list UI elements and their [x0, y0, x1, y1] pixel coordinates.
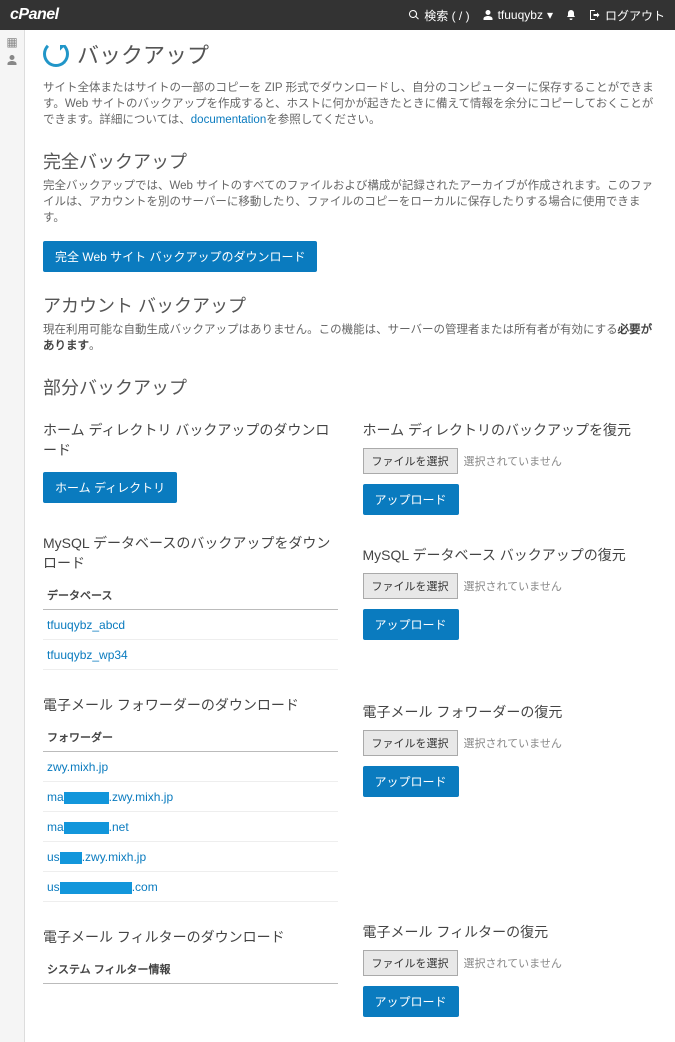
download-home-button[interactable]: ホーム ディレクトリ [43, 472, 177, 503]
account-backup-desc: 現在利用可能な自動生成バックアップはありません。この機能は、サーバーの管理者また… [43, 322, 657, 354]
table-row: us.zwy.mixh.jp [43, 842, 338, 872]
full-backup-heading: 完全バックアップ [43, 148, 657, 174]
mysql-restore-heading: MySQL データベース バックアップの復元 [363, 545, 658, 565]
user-name: tfuuqybz [498, 8, 543, 22]
redacted-text [64, 822, 109, 834]
brand-logo: cPanel [10, 6, 59, 24]
download-column: ホーム ディレクトリ バックアップのダウンロード ホーム ディレクトリ MySQ… [43, 420, 338, 1017]
documentation-link[interactable]: documentation [191, 114, 266, 126]
redacted-text [64, 792, 109, 804]
mysql-download-heading: MySQL データベースのバックアップをダウンロード [43, 533, 338, 573]
choose-file-button[interactable]: ファイルを選択 [363, 730, 458, 756]
home-download-heading: ホーム ディレクトリ バックアップのダウンロード [43, 420, 338, 460]
main-content: バックアップ サイト全体またはサイトの一部のコピーを ZIP 形式でダウンロード… [25, 30, 675, 1042]
filter-restore-heading: 電子メール フィルターの復元 [363, 922, 658, 942]
file-status: 選択されていません [464, 578, 562, 594]
logout-link[interactable]: ログアウト [589, 7, 665, 24]
file-status: 選択されていません [464, 453, 562, 469]
choose-file-button[interactable]: ファイルを選択 [363, 950, 458, 976]
choose-file-button[interactable]: ファイルを選択 [363, 573, 458, 599]
full-backup-desc: 完全バックアップでは、Web サイトのすべてのファイルおよび構成が記録されたアー… [43, 178, 657, 226]
forwarder-link[interactable]: us.zwy.mixh.jp [47, 850, 146, 864]
table-row: us.com [43, 872, 338, 902]
home-restore-heading: ホーム ディレクトリのバックアップを復元 [363, 420, 658, 440]
logout-icon [589, 9, 601, 21]
database-link[interactable]: tfuuqybz_wp34 [47, 648, 128, 662]
topbar: cPanel 検索 ( / ) tfuuqybz ▾ ログアウト [0, 0, 675, 30]
restore-column: ホーム ディレクトリのバックアップを復元ファイルを選択選択されていませんアップロ… [363, 420, 658, 1017]
file-status: 選択されていません [464, 735, 562, 751]
topbar-right: 検索 ( / ) tfuuqybz ▾ ログアウト [408, 7, 665, 24]
forwarder-link[interactable]: us.com [47, 880, 158, 894]
chevron-down-icon: ▾ [547, 8, 553, 22]
download-full-backup-button[interactable]: 完全 Web サイト バックアップのダウンロード [43, 241, 317, 272]
users-icon[interactable] [6, 54, 18, 69]
sidebar: ▦ [0, 30, 25, 1042]
mysql-table-header: データベース [43, 581, 338, 610]
user-icon [482, 9, 494, 21]
redacted-text [60, 882, 132, 894]
upload-button[interactable]: アップロード [363, 609, 459, 640]
forwarder-link[interactable]: zwy.mixh.jp [47, 760, 108, 774]
apps-icon[interactable]: ▦ [6, 35, 17, 49]
partial-backup-heading: 部分バックアップ [43, 374, 657, 400]
choose-file-button[interactable]: ファイルを選択 [363, 448, 458, 474]
table-row: tfuuqybz_abcd [43, 610, 338, 640]
page-intro: サイト全体またはサイトの一部のコピーを ZIP 形式でダウンロードし、自分のコン… [43, 80, 657, 128]
table-row: ma.net [43, 812, 338, 842]
forwarder-download-heading: 電子メール フォワーダーのダウンロード [43, 695, 338, 715]
account-backup-heading: アカウント バックアップ [43, 292, 657, 318]
table-row: zwy.mixh.jp [43, 752, 338, 782]
forwarder-restore-heading: 電子メール フォワーダーの復元 [363, 702, 658, 722]
upload-button[interactable]: アップロード [363, 484, 459, 515]
user-menu[interactable]: tfuuqybz ▾ [482, 8, 553, 22]
page-title: バックアップ [77, 38, 209, 70]
forwarder-link[interactable]: ma.zwy.mixh.jp [47, 790, 173, 804]
forwarder-link[interactable]: ma.net [47, 820, 129, 834]
redacted-text [60, 852, 82, 864]
file-status: 選択されていません [464, 955, 562, 971]
search-label: 検索 ( / ) [424, 7, 469, 24]
backup-icon [43, 41, 69, 67]
filter-table-header: システム フィルター情報 [43, 955, 338, 984]
logout-label: ログアウト [605, 7, 665, 24]
table-row: tfuuqybz_wp34 [43, 640, 338, 670]
search-trigger[interactable]: 検索 ( / ) [408, 7, 469, 24]
upload-button[interactable]: アップロード [363, 986, 459, 1017]
forwarder-table-header: フォワーダー [43, 723, 338, 752]
table-row: ma.zwy.mixh.jp [43, 782, 338, 812]
search-icon [408, 9, 420, 21]
database-link[interactable]: tfuuqybz_abcd [47, 618, 125, 632]
upload-button[interactable]: アップロード [363, 766, 459, 797]
notifications-icon[interactable] [565, 9, 577, 21]
filter-download-heading: 電子メール フィルターのダウンロード [43, 927, 338, 947]
